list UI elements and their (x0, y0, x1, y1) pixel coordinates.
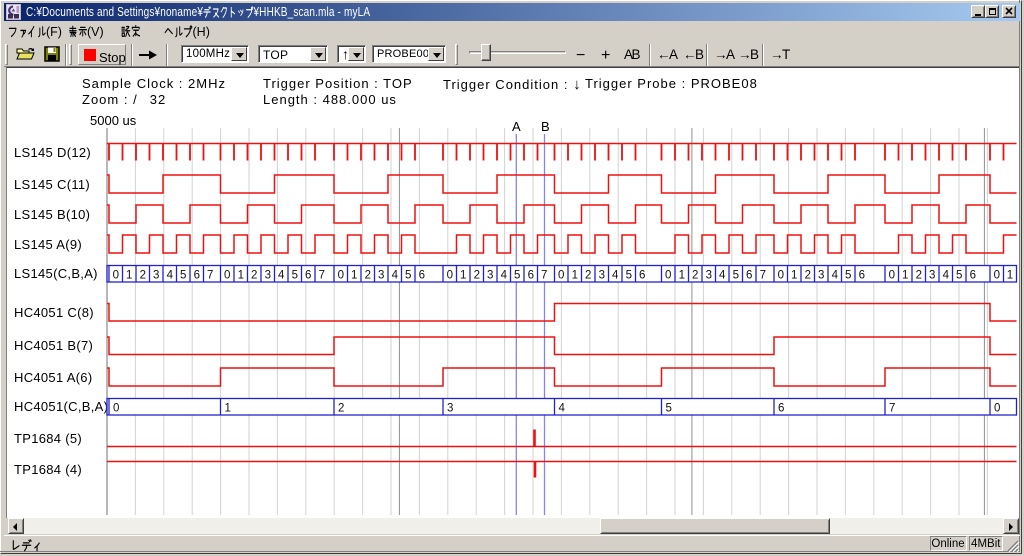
svg-text:0: 0 (558, 270, 564, 282)
svg-text:2: 2 (692, 270, 698, 282)
svg-text:5: 5 (666, 403, 672, 415)
svg-text:4: 4 (501, 270, 508, 282)
svg-text:2: 2 (585, 270, 591, 282)
svg-text:4: 4 (278, 270, 285, 282)
svg-text:1: 1 (238, 270, 244, 282)
svg-text:1: 1 (902, 270, 908, 282)
svg-text:6: 6 (194, 270, 200, 282)
svg-text:3: 3 (706, 270, 712, 282)
svg-text:2: 2 (140, 270, 146, 282)
svg-text:3: 3 (265, 270, 271, 282)
svg-text:4: 4 (167, 270, 174, 282)
svg-text:3: 3 (599, 270, 605, 282)
svg-text:4: 4 (612, 270, 619, 282)
svg-text:1: 1 (351, 270, 357, 282)
svg-text:5: 5 (845, 270, 851, 282)
svg-text:0: 0 (224, 270, 230, 282)
svg-text:6: 6 (419, 270, 425, 282)
svg-text:2: 2 (474, 270, 480, 282)
svg-text:0: 0 (113, 270, 119, 282)
svg-text:5: 5 (733, 270, 739, 282)
svg-text:0: 0 (994, 403, 1000, 415)
svg-text:6: 6 (746, 270, 752, 282)
svg-text:6: 6 (859, 270, 865, 282)
svg-text:3: 3 (447, 403, 453, 415)
svg-text:7: 7 (889, 403, 895, 415)
svg-text:0: 0 (778, 270, 784, 282)
svg-text:1: 1 (225, 403, 231, 415)
svg-text:6: 6 (778, 403, 784, 415)
svg-text:6: 6 (528, 270, 534, 282)
svg-text:5: 5 (956, 270, 962, 282)
svg-text:1: 1 (679, 270, 685, 282)
svg-text:0: 0 (994, 270, 1000, 282)
svg-text:4: 4 (719, 270, 726, 282)
svg-text:5: 5 (514, 270, 520, 282)
svg-text:6: 6 (305, 270, 311, 282)
svg-text:6: 6 (970, 270, 976, 282)
svg-text:3: 3 (929, 270, 935, 282)
svg-text:5: 5 (292, 270, 298, 282)
svg-text:0: 0 (889, 270, 895, 282)
svg-text:7: 7 (760, 270, 766, 282)
svg-text:6: 6 (639, 270, 645, 282)
svg-text:3: 3 (153, 270, 159, 282)
svg-text:2: 2 (251, 270, 257, 282)
svg-text:1: 1 (126, 270, 132, 282)
svg-text:1: 1 (572, 270, 578, 282)
svg-text:2: 2 (338, 403, 344, 415)
svg-text:7: 7 (319, 270, 325, 282)
svg-text:1: 1 (460, 270, 466, 282)
svg-text:4: 4 (943, 270, 950, 282)
svg-text:3: 3 (818, 270, 824, 282)
svg-text:4: 4 (559, 403, 566, 415)
svg-text:2: 2 (805, 270, 811, 282)
svg-text:5: 5 (626, 270, 632, 282)
svg-text:4: 4 (392, 270, 399, 282)
svg-text:5: 5 (405, 270, 411, 282)
svg-text:0: 0 (338, 270, 344, 282)
svg-text:1: 1 (1007, 270, 1013, 282)
svg-text:7: 7 (207, 270, 213, 282)
svg-text:3: 3 (378, 270, 384, 282)
svg-text:2: 2 (916, 270, 922, 282)
svg-text:3: 3 (487, 270, 493, 282)
svg-text:2: 2 (365, 270, 371, 282)
svg-text:4: 4 (832, 270, 839, 282)
svg-text:7: 7 (541, 270, 547, 282)
svg-text:0: 0 (665, 270, 671, 282)
svg-text:0: 0 (113, 403, 119, 415)
svg-text:0: 0 (447, 270, 453, 282)
svg-text:1: 1 (791, 270, 797, 282)
svg-text:5: 5 (180, 270, 186, 282)
